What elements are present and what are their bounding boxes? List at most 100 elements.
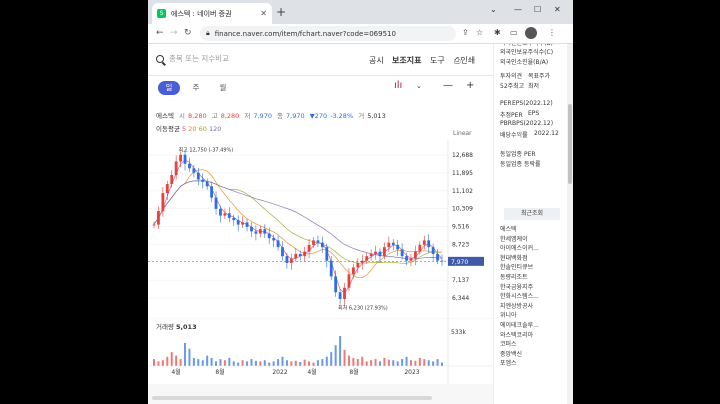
zoom-in-icon[interactable]: + (466, 80, 474, 91)
scale-mode[interactable]: Linear (453, 130, 472, 137)
navigator-strip (148, 384, 493, 404)
search-placeholder: 종목 또는 지수비교 (169, 54, 229, 63)
candle-body (179, 154, 182, 162)
candlestick-icon[interactable]: ılı (394, 80, 402, 91)
candle-body (241, 222, 245, 225)
candle-body (303, 251, 307, 257)
browser-tab[interactable]: S 에스텍 : 네이버 증권 ✕ (152, 3, 272, 24)
volume-chart[interactable]: 533k 4월 8월 2022 4월 8월 2023 (148, 318, 493, 404)
volume-bar (170, 352, 173, 366)
candle-body (174, 161, 178, 176)
close-value: 7,970 (286, 112, 305, 120)
candle-body (378, 251, 382, 257)
minimize-icon[interactable]: — (514, 5, 522, 14)
recent-item[interactable]: 한솔인티큐브 (500, 262, 533, 271)
volume-bar (272, 361, 275, 366)
recent-item[interactable]: 한국금융지주 (500, 282, 533, 291)
period-day[interactable]: 일 (158, 81, 180, 95)
volume-bar (201, 360, 204, 366)
recent-item[interactable]: 중앙백신 (500, 349, 522, 358)
print-button[interactable]: ⎙인쇄 (454, 55, 475, 66)
moving-average-legend: 이동평균 5 20 60 120 (156, 123, 221, 133)
volume-bar (365, 361, 368, 366)
zoom-out-icon[interactable]: — (443, 80, 453, 91)
recent-item[interactable]: 한세엠케이 (500, 234, 528, 243)
chevron-down-icon[interactable]: ⌄ (416, 82, 422, 90)
info-line: PBR (500, 120, 512, 127)
recent-item[interactable]: 아이에스이커... (500, 243, 539, 252)
candle-body (422, 240, 426, 245)
recent-item[interactable]: 에이테크솔루... (500, 320, 539, 329)
recent-item[interactable]: 코퍼스 (500, 339, 517, 348)
period-month[interactable]: 월 (212, 81, 234, 95)
tab-search-icon[interactable]: ⌄ (490, 5, 497, 14)
maximize-icon[interactable]: ☐ (534, 5, 541, 14)
candle-body (152, 224, 156, 226)
recent-item[interactable]: 동량리조트 (500, 272, 528, 281)
forward-icon[interactable]: → (170, 28, 178, 38)
recent-item[interactable]: 한화시스템스... (500, 291, 539, 300)
volume-bar (192, 357, 195, 366)
candle-body (391, 242, 395, 245)
candle-body (170, 175, 174, 185)
share-icon[interactable]: ⇪ (462, 28, 469, 37)
recent-item[interactable]: 와스텍코리아 (500, 330, 533, 339)
info-line: EPS(2022.12) (512, 100, 553, 107)
volume-bar (153, 359, 155, 366)
close-tab-icon[interactable]: ✕ (260, 9, 267, 18)
x-tick-label: 2022 (272, 369, 287, 376)
volume-bar (330, 352, 333, 366)
close-window-icon[interactable]: ✕ (554, 5, 561, 14)
extensions-icon[interactable]: ✱ (494, 28, 501, 37)
period-week[interactable]: 주 (185, 81, 207, 95)
recent-header: 최근조회 (504, 208, 560, 220)
candle-body (227, 213, 231, 218)
volume-bar (210, 357, 213, 366)
candle-body (343, 287, 346, 299)
candle-body (157, 211, 160, 225)
volume-bar (268, 362, 271, 366)
reload-icon[interactable]: ↻ (184, 28, 192, 38)
info-line: 2022.12 (534, 130, 559, 137)
volume-bar (418, 357, 421, 366)
new-tab-icon[interactable]: + (276, 5, 286, 19)
volume-bar (223, 360, 226, 366)
volume-bar (166, 356, 169, 366)
candle-body (258, 229, 262, 234)
volume-value: 5,013 (367, 112, 386, 120)
candle-body (347, 274, 351, 288)
candle-body (294, 253, 298, 259)
scrollbar-thumb[interactable] (568, 104, 572, 184)
recent-item[interactable]: 현대백화점 (500, 253, 528, 262)
candle-body (418, 244, 422, 252)
info-line: 배당수익률 (500, 132, 528, 139)
url-input[interactable]: 🔒︎ finance.naver.com/item/fchart.naver?c… (200, 26, 456, 41)
sidepanel-icon[interactable]: ▭ (510, 28, 518, 37)
recent-item[interactable]: 에스텍 (500, 224, 517, 233)
info-line: 52주최고 (500, 83, 525, 90)
x-tick-label: 4월 (171, 368, 180, 376)
chart-toolbar: 종목 또는 지수비교 공시 보조지표 도구 ⎙인쇄 (148, 44, 493, 76)
recent-item[interactable]: 지엔상방공사 (500, 301, 533, 310)
volume-bar (374, 359, 377, 366)
notice-button[interactable]: 공시 (369, 55, 384, 66)
back-icon[interactable]: ← (156, 28, 164, 38)
compare-search[interactable]: 종목 또는 지수비교 (156, 53, 229, 64)
max-annotation: 최고 12,750 (-37.49%) (179, 147, 234, 154)
volume-bar (246, 361, 249, 366)
volume-bar (361, 356, 364, 366)
info-line: 최저 (528, 83, 540, 90)
info-line: PER (500, 100, 512, 107)
menu-icon[interactable]: ⋮ (548, 28, 556, 37)
indicator-button[interactable]: 보조지표 (392, 55, 421, 66)
page-scrollbar[interactable] (567, 44, 573, 404)
bookmark-star-icon[interactable]: ☆ (476, 28, 483, 37)
profile-avatar[interactable] (525, 27, 537, 39)
volume-bar (432, 361, 435, 366)
open-value: 8,280 (188, 112, 207, 120)
recent-item[interactable]: 포엠스 (500, 358, 517, 367)
price-chart[interactable]: 12,688 11,895 11,102 10,309 9,516 8,723 7,137 6… (148, 140, 493, 318)
recent-item[interactable]: 위니아 (500, 310, 517, 319)
ma60-line (153, 180, 443, 264)
tools-button[interactable]: 도구 (430, 55, 445, 66)
